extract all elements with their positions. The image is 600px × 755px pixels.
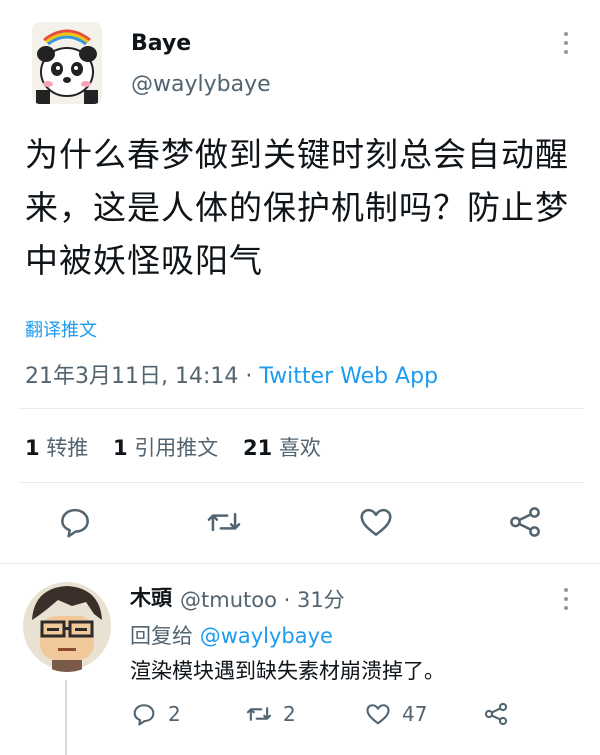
reply-share-button[interactable] <box>482 700 520 728</box>
source-app-link[interactable]: Twitter Web App <box>259 364 438 389</box>
tweet-meta: 21年3月11日, 14:14 · Twitter Web App <box>25 358 438 390</box>
likes-stat[interactable]: 21 喜欢 <box>243 436 321 460</box>
like-icon <box>366 704 390 725</box>
share-icon <box>484 702 508 726</box>
reply-like-count: 47 <box>402 702 428 726</box>
more-options-icon[interactable] <box>563 32 569 59</box>
author-avatar[interactable] <box>32 22 102 104</box>
tweet-text: 为什么春梦做到关键时刻总会自动醒来，这是人体的保护机制吗？防止梦中被妖怪吸阳气 <box>25 135 569 280</box>
reply-reply-count: 2 <box>168 702 181 726</box>
reply-retweet-button[interactable]: 2 <box>245 700 296 728</box>
retweets-stat[interactable]: 1 转推 <box>25 436 88 460</box>
reply-author-avatar[interactable] <box>22 580 112 672</box>
retweet-icon[interactable] <box>205 503 243 541</box>
reply-to-line: 回复给 @waylybaye <box>130 620 333 650</box>
reply-icon <box>133 704 155 726</box>
section-divider <box>0 563 600 564</box>
panda-avatar-icon <box>32 22 102 104</box>
reply-more-options-icon[interactable] <box>563 588 569 615</box>
author-handle[interactable]: @waylybaye <box>131 72 271 97</box>
translate-tweet-link[interactable]: 翻译推文 <box>25 316 97 342</box>
reply-author-name[interactable]: 木頭 <box>130 582 172 612</box>
quotes-stat[interactable]: 1 引用推文 <box>113 436 218 460</box>
meta-separator: · <box>245 364 253 389</box>
reply-like-button[interactable]: 47 <box>364 700 427 728</box>
divider <box>18 408 584 409</box>
tweet-timestamp[interactable]: 21年3月11日, 14:14 <box>25 364 238 389</box>
tweet-stats: 1 转推 1 引用推文 21 喜欢 <box>25 432 321 462</box>
retweet-icon <box>246 707 272 721</box>
reply-to-mention[interactable]: @waylybaye <box>200 624 333 648</box>
reply-text: 渲染模块遇到缺失素材崩溃掉了。 <box>130 659 445 683</box>
pixel-face-avatar-icon <box>23 582 111 672</box>
author-name[interactable]: Baye <box>131 31 191 56</box>
reply-retweet-count: 2 <box>283 702 296 726</box>
share-icon[interactable] <box>506 503 544 541</box>
reply-author-handle[interactable]: @tmutoo · 31分 <box>180 584 345 614</box>
reply-reply-button[interactable]: 2 <box>130 700 181 728</box>
thread-line <box>65 680 67 755</box>
reply-to-label: 回复给 <box>130 624 193 648</box>
divider <box>18 482 584 483</box>
reply-icon[interactable] <box>56 503 94 541</box>
like-icon[interactable] <box>357 503 395 541</box>
